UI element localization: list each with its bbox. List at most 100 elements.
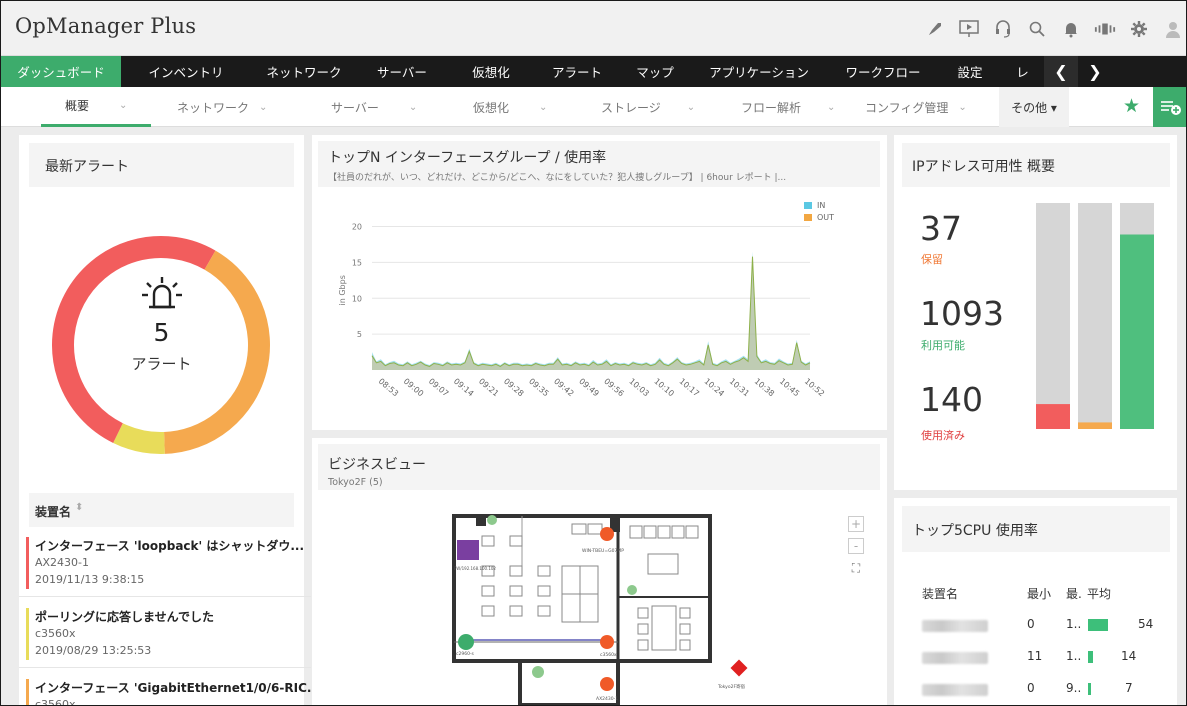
add-widget-icon[interactable] — [1153, 87, 1186, 127]
subnav-config-management[interactable]: コンフィグ管理 ⌄ — [865, 87, 967, 127]
ip-usage-bars[interactable] — [1034, 203, 1174, 433]
ip-bar-fill — [1120, 234, 1154, 429]
cpu-avg: 14 — [1121, 649, 1137, 663]
zoom-out-button[interactable]: - — [848, 538, 864, 554]
alert-list-item[interactable]: インターフェース 'GigabitEthernet1/0/6-RIC... c3… — [19, 671, 321, 705]
device-name-redacted — [922, 652, 988, 664]
main-nav-dashboard[interactable]: ダッシュボード — [1, 56, 121, 87]
cpu-col-min: 最小 — [1027, 587, 1052, 601]
alert-message: インターフェース 'loopback' はシャットダウ... — [35, 539, 305, 553]
subnav-other[interactable]: その他 ▾ — [999, 87, 1069, 127]
alert-list-header[interactable]: 装置名 ⬍ — [29, 493, 294, 527]
gear-icon[interactable] — [1128, 18, 1150, 40]
main-nav-applications[interactable]: アプリケーション — [691, 56, 827, 87]
map-label-ax: AX2430-1 — [596, 696, 618, 702]
alert-count: 5 — [153, 318, 170, 347]
y-axis-label: in Gbps — [338, 275, 347, 305]
floor-map[interactable]: FW/192.168.100.102 WIN-TBEU=G07MP c2960-… — [452, 514, 752, 706]
alert-message: ポーリングに応答しませんでした — [35, 610, 215, 624]
bell-icon[interactable] — [1060, 18, 1082, 40]
main-nav-network[interactable]: ネットワーク — [251, 56, 357, 87]
subnav-network[interactable]: ネットワーク ⌄ — [177, 87, 267, 127]
ip-availability-title: IPアドレス可用性 概要 — [912, 159, 1056, 175]
cpu-min: 0 — [1027, 681, 1035, 695]
signal-icon[interactable] — [1094, 18, 1116, 40]
subnav-overview[interactable]: 概要 ⌄ — [41, 87, 151, 127]
map-label-fw: FW/192.168.100.102 — [454, 566, 496, 571]
business-view-title: ビジネスビュー — [328, 457, 426, 473]
series-out-line — [371, 256, 811, 367]
main-nav-server[interactable]: サーバー — [357, 56, 447, 87]
legend-label: OUT — [817, 213, 834, 222]
interface-usage-chart[interactable]: 5101520in Gbps08:53 09:00 09:07 09:14 09:21 0… — [312, 190, 887, 430]
cpu-table-row[interactable]: 0 1.. 54 — [894, 614, 1174, 638]
top-n-interface-widget: トップN インターフェースグループ / 使用率 【社員のだれが、いつ、どれだけ、… — [312, 135, 887, 430]
fit-to-screen-button[interactable]: ⛶ — [848, 560, 864, 576]
map-label-c2960: c2960-s — [456, 651, 475, 657]
zoom-in-button[interactable]: + — [848, 516, 864, 532]
business-view-subtitle: Tokyo2F (5) — [328, 477, 383, 488]
ip-bar-fill — [1078, 422, 1112, 429]
x-tick-label: 10:31 — [728, 377, 751, 399]
nav-scroll-right-icon[interactable]: ❯ — [1078, 56, 1112, 87]
nav-scroll-left-icon[interactable]: ❮ — [1044, 56, 1078, 87]
main-nav-workflow[interactable]: ワークフロー — [827, 56, 939, 87]
donut-segment — [113, 423, 165, 454]
x-tick-label: 09:42 — [552, 377, 575, 399]
cpu-table-row[interactable]: 0 9.. 7 — [894, 678, 1174, 702]
subnav-flow-analysis[interactable]: フロー解析 ⌄ — [741, 87, 835, 127]
main-nav-settings[interactable]: 設定 — [939, 56, 1001, 87]
firewall-device-icon — [457, 540, 479, 560]
search-icon[interactable] — [1026, 18, 1048, 40]
main-nav-virtualization[interactable]: 仮想化 — [447, 56, 535, 87]
main-nav-more[interactable]: レ — [1001, 56, 1044, 87]
top-n-header: トップN インターフェースグループ / 使用率 【社員のだれが、いつ、どれだけ、… — [318, 141, 880, 187]
favorite-star-icon[interactable]: ★ — [1123, 95, 1140, 117]
ip-available-count: 1093 — [920, 294, 1004, 333]
x-tick-label: 10:45 — [778, 377, 801, 399]
legend-swatch — [804, 202, 812, 209]
map-label-wln: WIN-TBEU=G07MP — [582, 548, 624, 554]
ip-used-count: 140 — [920, 380, 983, 419]
cpu-avg: 54 — [1138, 617, 1154, 631]
cpu-table-row[interactable]: 11 1.. 14 — [894, 646, 1174, 670]
chevron-down-icon: ⌄ — [827, 101, 836, 113]
sub-nav: 概要 ⌄ ネットワーク ⌄ サーバー ⌄ 仮想化 ⌄ ストレージ ⌄ フロー解析 ⌄ コンフ… — [1, 87, 1186, 127]
ip-availability-header: IPアドレス可用性 概要 — [902, 143, 1170, 187]
main-nav-alerts[interactable]: アラート — [535, 56, 619, 87]
x-tick-label: 09:21 — [477, 377, 500, 399]
ip-bar-track — [1078, 203, 1112, 429]
main-nav-map[interactable]: マップ — [619, 56, 691, 87]
chevron-down-icon: ⌄ — [958, 101, 967, 113]
subnav-virtualization[interactable]: 仮想化 ⌄ — [473, 87, 547, 127]
title-bar: OpManager Plus — [1, 1, 1186, 56]
device-name-column: 装置名 — [35, 505, 72, 519]
y-tick-label: 20 — [352, 223, 362, 232]
x-tick-label: 10:38 — [753, 377, 776, 399]
x-tick-label: 09:56 — [602, 377, 625, 399]
legend-swatch — [804, 214, 812, 221]
severity-indicator — [26, 537, 29, 589]
subnav-storage[interactable]: ストレージ ⌄ — [601, 87, 695, 127]
ip-available-label: 利用可能 — [921, 339, 965, 352]
business-view-widget: ビジネスビュー Tokyo2F (5) + - ⛶ FW/192.168.100… — [312, 438, 887, 706]
subnav-server[interactable]: サーバー ⌄ — [331, 87, 417, 127]
main-nav-inventory[interactable]: インベントリ — [121, 56, 251, 87]
alert-list-item[interactable]: インターフェース 'loopback' はシャットダウ... AX2430-1 … — [19, 529, 311, 597]
x-tick-label: 09:49 — [577, 377, 600, 399]
user-icon[interactable] — [1162, 18, 1184, 40]
rocket-icon[interactable] — [924, 18, 946, 40]
x-tick-label: 09:00 — [402, 377, 425, 399]
headset-icon[interactable] — [992, 18, 1014, 40]
top5-cpu-header: トップ5CPU 使用率 — [902, 506, 1170, 552]
top5-cpu-title: トップ5CPU 使用率 — [912, 523, 1038, 539]
cpu-avg: 7 — [1125, 681, 1133, 695]
main-nav: ダッシュボード インベントリ ネットワーク サーバー 仮想化 アラート マップ … — [1, 56, 1186, 87]
subnav-storage-label: ストレージ — [601, 100, 661, 115]
x-tick-label: 09:14 — [452, 377, 475, 399]
alert-list-item[interactable]: ポーリングに応答しませんでした c3560x 2019/08/29 13:25:… — [19, 600, 311, 668]
cpu-col-name: 装置名 — [922, 587, 959, 601]
x-tick-label: 09:28 — [502, 377, 525, 399]
cpu-avg-bar — [1088, 619, 1108, 631]
presentation-icon[interactable] — [958, 18, 980, 40]
